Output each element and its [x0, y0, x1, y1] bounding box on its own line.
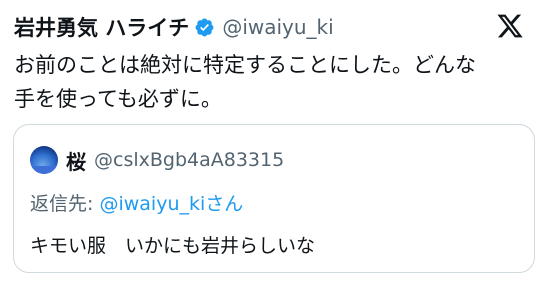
- author-display-name[interactable]: 岩井勇気 ハライチ: [14, 12, 189, 42]
- reply-target-link[interactable]: @iwaiyu_ki: [99, 193, 205, 215]
- verified-badge-icon: [194, 17, 215, 38]
- quoted-tweet-text: キモい服 いかにも岩井らしいな: [30, 235, 316, 257]
- quoted-author-handle[interactable]: @cslxBgb4aA83315: [94, 149, 284, 171]
- tweet-text: お前のことは絶対に特定することにした。どんな 手を使っても必ずに。: [14, 53, 476, 111]
- tweet-header: 岩井勇気 ハライチ @iwaiyu_ki: [14, 10, 538, 44]
- quoted-tweet-card[interactable]: 桜 @cslxBgb4aA83315 返信先: @iwaiyu_kiさん キモい…: [13, 124, 535, 273]
- x-logo-icon[interactable]: [496, 12, 524, 40]
- reply-context: 返信先: @iwaiyu_kiさん: [30, 189, 243, 216]
- quoted-tweet-header: 桜 @cslxBgb4aA83315: [30, 145, 284, 175]
- reply-prefix: 返信先:: [30, 193, 100, 215]
- avatar[interactable]: [30, 146, 58, 174]
- quoted-author-display-name[interactable]: 桜: [66, 146, 86, 175]
- author-handle[interactable]: @iwaiyu_ki: [222, 15, 333, 39]
- reply-suffix: さん: [205, 193, 244, 215]
